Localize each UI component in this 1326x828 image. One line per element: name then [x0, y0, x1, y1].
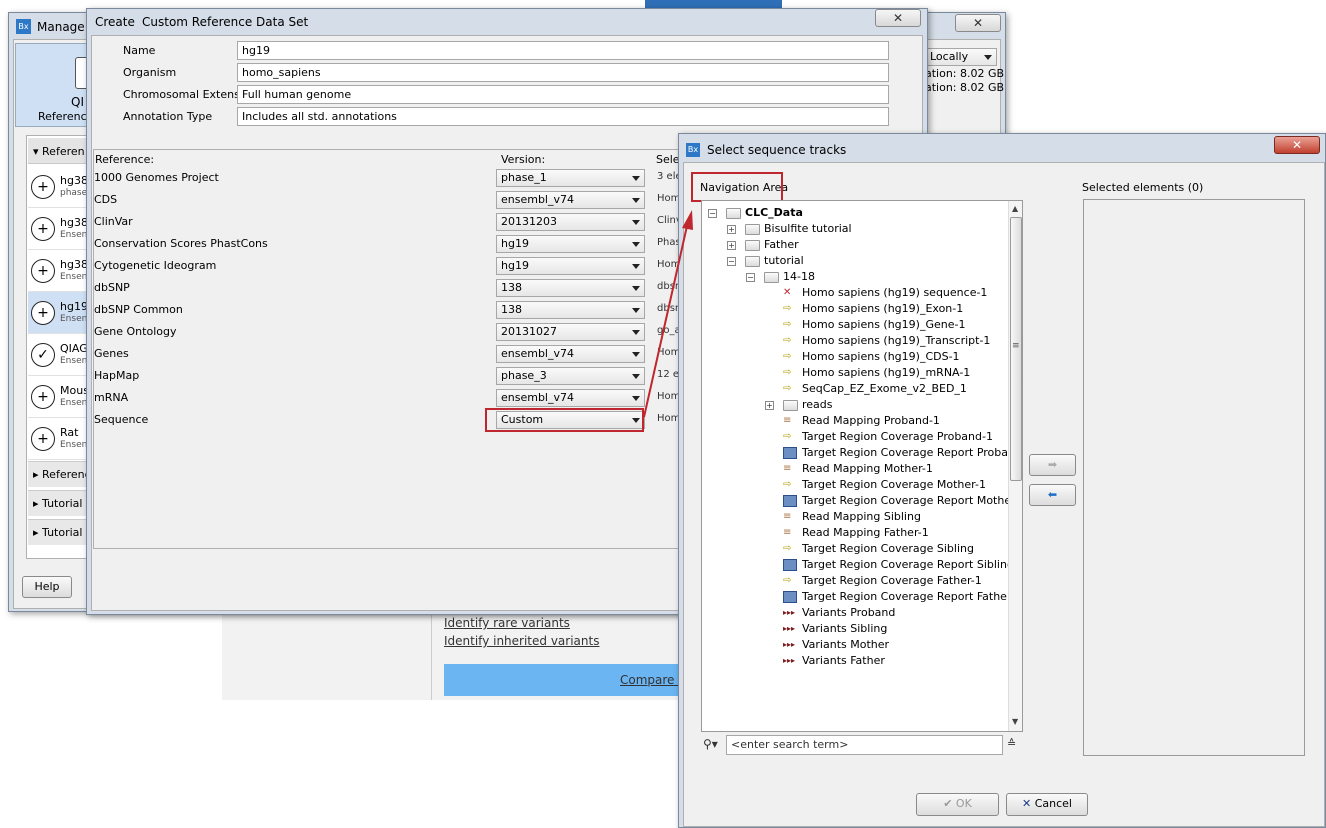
annotation-arrow — [643, 210, 693, 418]
annotation-arrow-head — [682, 210, 693, 230]
annotation-arrow-line — [643, 225, 688, 418]
